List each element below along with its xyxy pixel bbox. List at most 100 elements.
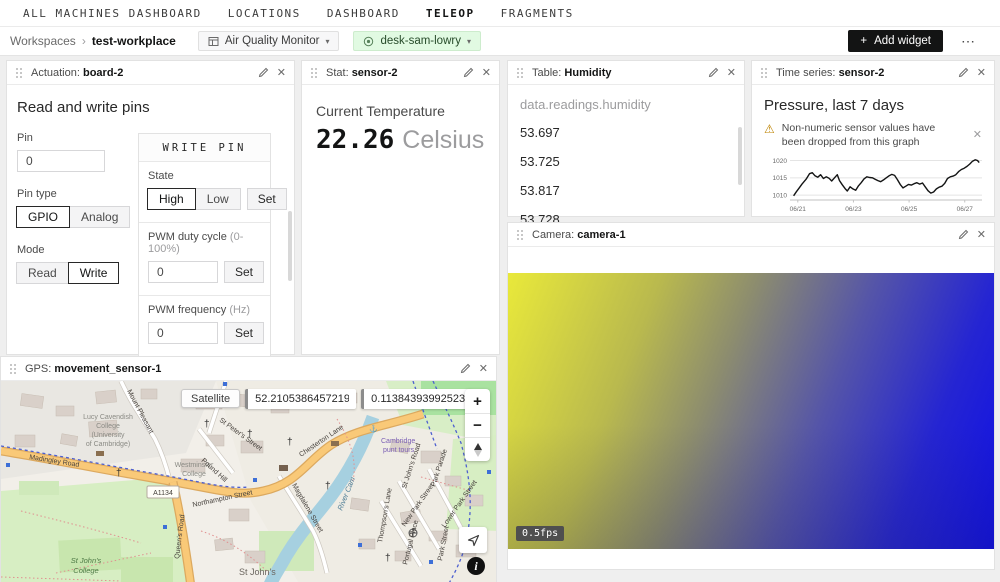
drag-handle-icon[interactable] [516,229,524,241]
workspace-selector-label: Air Quality Monitor [225,35,320,47]
write-pin-title: WRITE PIN [139,134,270,162]
map-label-st-johns-college: St John's [71,556,102,565]
compass-button[interactable] [465,437,490,461]
table-scrollbar[interactable] [738,127,742,185]
widget-resource-name: sensor-2 [839,67,885,79]
camera-stream-image: 0.5fps [508,273,994,549]
plus-icon: + [860,35,867,47]
top-nav: ALL MACHINES DASHBOARD LOCATIONS DASHBOA… [0,0,1000,27]
close-widget-icon[interactable]: ✕ [277,66,286,79]
edit-widget-icon[interactable] [463,67,474,78]
pwm-duty-label: PWM duty cycle [148,231,227,243]
pressure-line-chart: 10101015102006/2106/2306/2506/27 [764,151,986,213]
svg-text:(University: (University [91,432,125,439]
satellite-toggle-button[interactable]: Satellite [181,389,240,408]
svg-text:College: College [96,423,120,430]
widget-table: Table: Humidity ✕ data.readings.humidity… [507,60,745,217]
pwm-frequency-label: PWM frequency [148,304,226,316]
close-widget-icon[interactable]: ✕ [727,66,736,79]
widget-grid: Actuation: board-2 ✕ Read and write pins… [0,56,1000,582]
nav-dashboard[interactable]: DASHBOARD [314,7,413,20]
mode-write-button[interactable]: Write [68,262,120,284]
edit-widget-icon[interactable] [958,67,969,78]
widget-type-label: Stat: [326,67,349,79]
warning-icon: ⚠ [764,122,775,136]
dismiss-warning-icon[interactable]: ✕ [973,122,982,141]
widget-timeseries: Time series: sensor-2 ✕ Pressure, last 7… [751,60,995,217]
actuation-heading: Read and write pins [17,99,284,116]
nav-all-machines-dashboard[interactable]: ALL MACHINES DASHBOARD [10,7,215,20]
close-widget-icon[interactable]: ✕ [479,362,488,375]
nav-locations[interactable]: LOCATIONS [215,7,314,20]
svg-text:1010: 1010 [773,193,788,200]
drag-handle-icon[interactable] [516,67,524,79]
svg-text:College: College [73,566,98,575]
latitude-input[interactable] [248,393,356,405]
map-canvas: A1134 † † † † † † [1,381,496,582]
map-attribution-icon[interactable]: i [467,557,485,575]
gps-map[interactable]: A1134 † † † † † † [1,381,496,582]
edit-widget-icon[interactable] [708,67,719,78]
mode-toggle: Read Write [17,262,119,284]
close-widget-icon[interactable]: ✕ [977,66,986,79]
svg-text:of Cambridge): of Cambridge) [86,441,130,448]
set-state-button[interactable]: Set [247,188,287,210]
set-pwm-frequency-button[interactable]: Set [224,322,264,344]
pwm-frequency-input[interactable] [148,322,218,344]
close-widget-icon[interactable]: ✕ [482,66,491,79]
zoom-in-button[interactable]: + [465,389,490,413]
longitude-input[interactable] [364,393,472,405]
write-pin-panel: WRITE PIN State High Low Set PWM duty cy… [138,133,271,357]
more-menu-icon[interactable]: ⋯ [961,33,976,50]
drag-handle-icon[interactable] [9,363,17,375]
church-icon: † [325,481,331,492]
mode-read-button[interactable]: Read [16,262,69,284]
zoom-out-button[interactable]: − [465,413,490,437]
machine-selector[interactable]: desk-sam-lowry ▾ [353,31,481,51]
warning-text: Non-numeric sensor values have been drop… [782,122,944,149]
compass-needle-icon [473,443,483,457]
widget-camera: Camera: camera-1 ✕ 0.5fps [507,222,995,570]
drag-handle-icon[interactable] [310,67,318,79]
svg-text:06/27: 06/27 [957,206,974,213]
svg-text:1020: 1020 [773,158,788,165]
machine-selector-label: desk-sam-lowry [380,35,461,47]
state-high-button[interactable]: High [147,188,196,210]
svg-text:College: College [182,471,206,478]
map-label-lucy-cavendish: Lucy Cavendish [83,414,133,421]
pin-type-toggle: GPIO Analog [17,206,130,228]
table-row: 53.725 [520,147,732,176]
set-pwm-duty-button[interactable]: Set [224,261,264,283]
workspace-selector[interactable]: Air Quality Monitor ▾ [198,31,340,51]
machine-status-icon [363,36,374,47]
nav-fragments[interactable]: FRAGMENTS [488,7,587,20]
church-icon: † [116,468,122,479]
latitude-field [245,389,356,409]
edit-widget-icon[interactable] [258,67,269,78]
pin-type-gpio-button[interactable]: GPIO [16,206,70,228]
add-widget-button[interactable]: + Add widget [848,30,943,52]
edit-widget-icon[interactable] [460,363,471,374]
edit-widget-icon[interactable] [958,229,969,240]
state-low-button[interactable]: Low [195,188,241,210]
drag-handle-icon[interactable] [760,67,768,79]
widget-type-label: Time series: [776,67,836,79]
nav-teleop[interactable]: TELEOP [413,7,488,20]
map-zoom-controls: + − [465,389,490,461]
breadcrumb-workspaces[interactable]: Workspaces [10,34,76,48]
drag-handle-icon[interactable] [15,67,23,79]
library-icon [96,451,104,456]
timeseries-heading: Pressure, last 7 days [764,97,982,114]
pin-type-analog-button[interactable]: Analog [69,206,130,228]
pwm-duty-input[interactable] [148,261,218,283]
museum-icon [279,465,288,471]
table-row: 53.817 [520,176,732,205]
map-label-punt-tours: Cambridge [381,438,415,445]
pin-input[interactable] [17,150,105,172]
actuation-scrollbar[interactable] [288,211,292,281]
pwm-frequency-unit: (Hz) [229,304,250,316]
route-shield: A1134 [147,486,179,498]
toolbar: Workspaces › test-workplace Air Quality … [0,27,1000,56]
close-widget-icon[interactable]: ✕ [977,228,986,241]
locate-button[interactable] [459,527,487,553]
